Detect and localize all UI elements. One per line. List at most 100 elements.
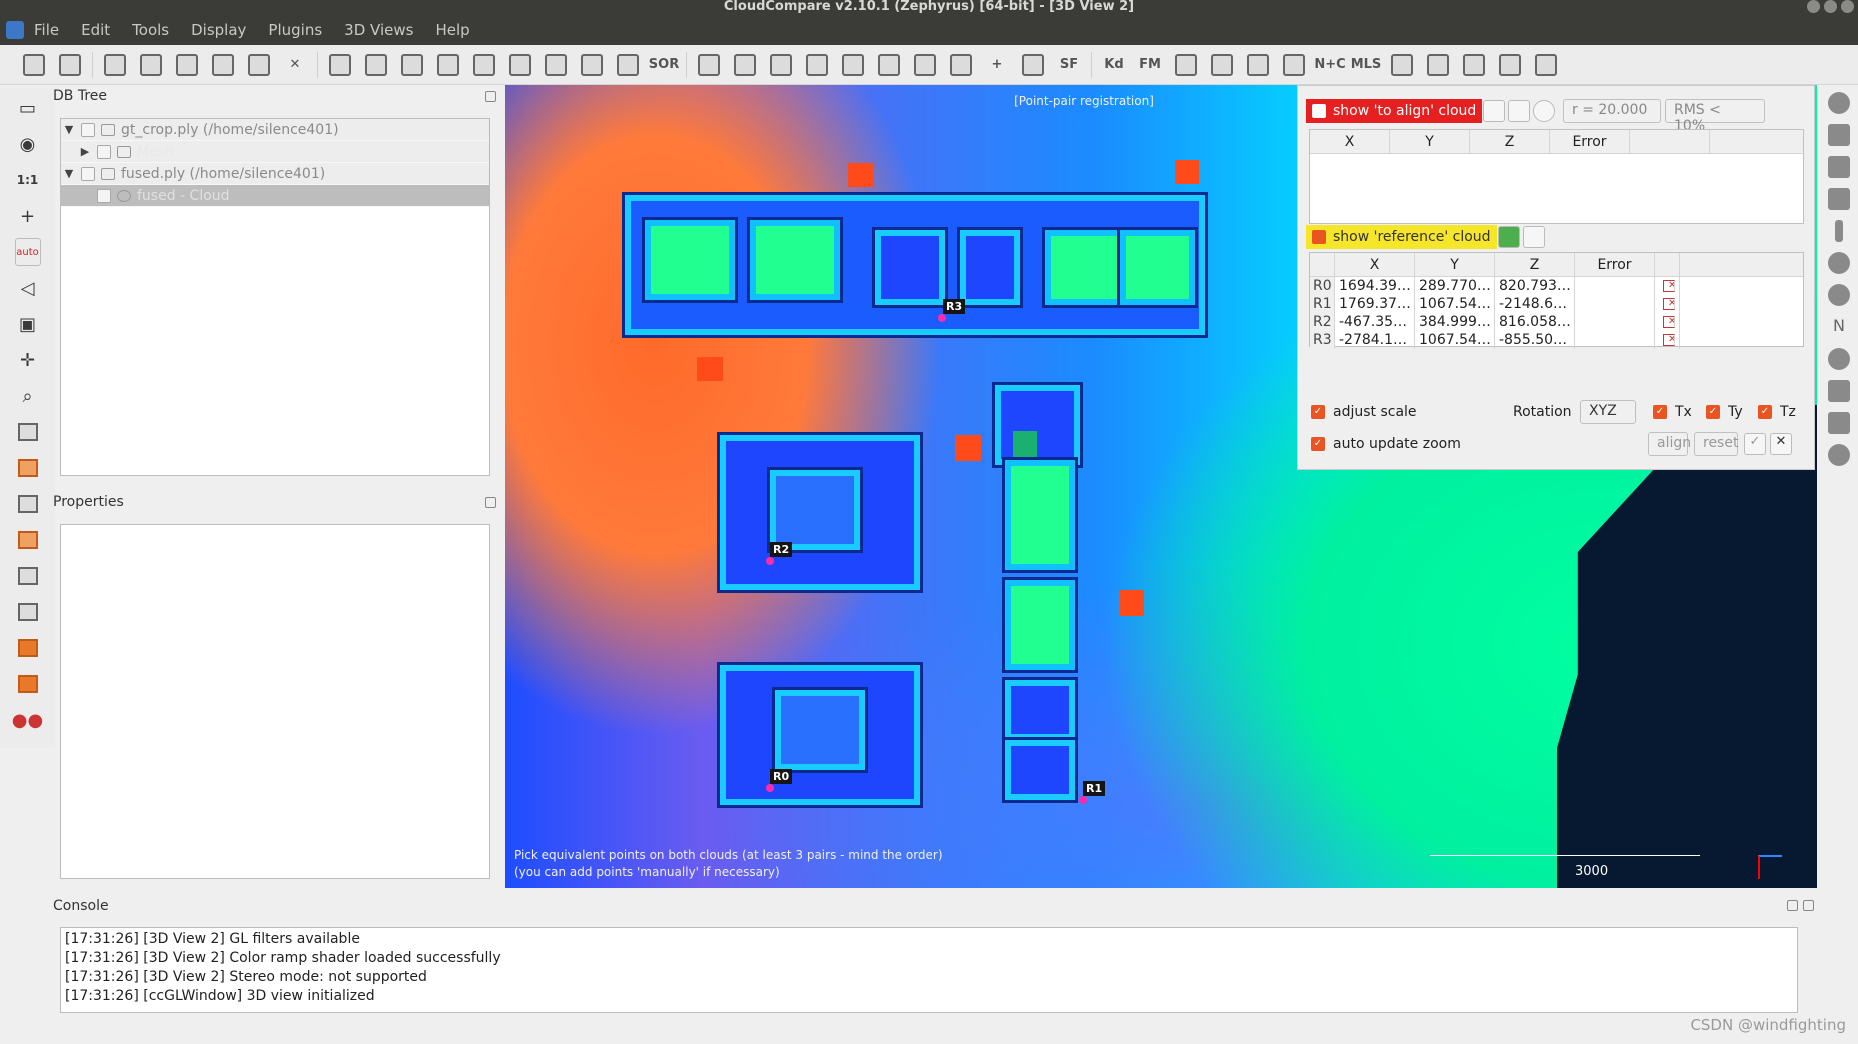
pipe-icon[interactable]: [1460, 51, 1488, 79]
cc-icon[interactable]: [542, 51, 570, 79]
light-icon[interactable]: [1835, 220, 1843, 242]
section-icon[interactable]: [1424, 51, 1452, 79]
point-marker-r0[interactable]: R0: [770, 769, 793, 784]
cancel-icon[interactable]: ✕: [1770, 433, 1792, 455]
sf-delete-icon[interactable]: [1019, 51, 1047, 79]
cell-y[interactable]: 384.999…: [1415, 313, 1495, 331]
cell-y[interactable]: 1067.54…: [1415, 295, 1495, 313]
expand-arrow-icon[interactable]: ▼: [61, 167, 77, 180]
maximize-button[interactable]: [1824, 0, 1837, 13]
save-icon[interactable]: [56, 51, 84, 79]
canupo-classify-icon[interactable]: [1532, 51, 1560, 79]
console-close-button[interactable]: [1803, 900, 1814, 911]
cell-z[interactable]: -855.50…: [1495, 331, 1575, 349]
move-icon[interactable]: ✛: [15, 346, 41, 374]
show-reference-toggle[interactable]: show 'reference' cloud: [1306, 225, 1497, 249]
pick-from-list-icon[interactable]: [1483, 100, 1505, 122]
table-row[interactable]: R1 1769.37… 1067.54… -2148.6… ✕: [1310, 295, 1803, 313]
sor-icon[interactable]: SOR: [649, 51, 679, 79]
visibility-checkbox[interactable]: [97, 188, 111, 203]
tree-item-fused[interactable]: ▼ fused.ply (/home/silence401): [61, 163, 489, 185]
curve-icon[interactable]: [1388, 51, 1416, 79]
menu-help[interactable]: Help: [435, 21, 469, 39]
delete-icon[interactable]: ✕: [281, 51, 309, 79]
hexagon-icon[interactable]: [1828, 444, 1850, 466]
export-icon[interactable]: [1208, 51, 1236, 79]
registration-icon[interactable]: [326, 51, 354, 79]
rotation-select[interactable]: XYZ: [1580, 400, 1636, 424]
clone-icon[interactable]: [101, 51, 129, 79]
kd-icon[interactable]: Kd: [1100, 51, 1128, 79]
split-icon[interactable]: [803, 51, 831, 79]
iso-back-icon[interactable]: [15, 670, 41, 698]
canupo-create-icon[interactable]: [1496, 51, 1524, 79]
cell-z[interactable]: 816.058…: [1495, 313, 1575, 331]
back-view-icon[interactable]: [15, 598, 41, 626]
cell-y[interactable]: 289.770…: [1415, 277, 1495, 295]
mls-icon[interactable]: MLS: [1351, 51, 1382, 79]
menu-edit[interactable]: Edit: [81, 21, 110, 39]
iso-front-icon[interactable]: [15, 634, 41, 662]
tree-item-fused-cloud[interactable]: fused - Cloud: [61, 185, 489, 207]
stereo-icon[interactable]: ●●: [12, 706, 43, 734]
color-icon[interactable]: [1828, 124, 1850, 146]
auto-update-zoom-checkbox[interactable]: ✓ auto update zoom: [1311, 436, 1461, 452]
console-float-button[interactable]: [1787, 900, 1798, 911]
align-button[interactable]: align: [1648, 432, 1691, 456]
nc-icon[interactable]: N+C: [1314, 51, 1345, 79]
north-icon[interactable]: N: [1828, 316, 1850, 338]
properties-float-button[interactable]: [485, 497, 496, 508]
close-button[interactable]: [1841, 0, 1854, 13]
mesh-icon[interactable]: [434, 51, 462, 79]
cloud-icon[interactable]: [1172, 51, 1200, 79]
expand-arrow-icon[interactable]: ▶: [77, 145, 93, 158]
clapper-icon[interactable]: [1828, 188, 1850, 210]
pick-icon[interactable]: [695, 51, 723, 79]
radius-spinbox[interactable]: r = 20.000: [1563, 99, 1661, 123]
rms-spinbox[interactable]: RMS < 10%: [1665, 99, 1765, 134]
screen-icon[interactable]: ▭: [15, 94, 41, 122]
transform-icon[interactable]: [173, 51, 201, 79]
delete-point-icon[interactable]: ✕: [1663, 280, 1675, 292]
fm-icon[interactable]: FM: [1136, 51, 1164, 79]
right-view-icon[interactable]: [15, 526, 41, 554]
validate-icon[interactable]: ✓: [1744, 433, 1766, 455]
pick-from-list-icon[interactable]: [1498, 226, 1520, 248]
table-row[interactable]: R3 -2784.1… 1067.54… -855.50… ✕: [1310, 331, 1803, 349]
cell-x[interactable]: -2784.1…: [1335, 331, 1415, 349]
distance-icon[interactable]: [470, 51, 498, 79]
open-icon[interactable]: [20, 51, 48, 79]
point-marker-r3[interactable]: R3: [943, 299, 966, 314]
point-marker-r2[interactable]: R2: [770, 542, 793, 557]
sf-calc-icon[interactable]: [947, 51, 975, 79]
table-row[interactable]: R2 -467.35… 384.999… 816.058… ✕: [1310, 313, 1803, 331]
plane-icon[interactable]: [767, 51, 795, 79]
minimize-button[interactable]: [1807, 0, 1820, 13]
cell-x[interactable]: 1694.39…: [1335, 277, 1415, 295]
compass-icon[interactable]: [1828, 252, 1850, 274]
zoom-1-1-button[interactable]: 1:1: [15, 166, 41, 194]
delete-point-icon[interactable]: ✕: [1663, 298, 1675, 310]
auto-pivot-button[interactable]: auto: [14, 238, 41, 266]
rasterize-icon[interactable]: [614, 51, 642, 79]
front-view-icon[interactable]: [15, 454, 41, 482]
menu-plugins[interactable]: Plugins: [268, 21, 322, 39]
histogram-icon[interactable]: [839, 51, 867, 79]
cell-y[interactable]: 1067.54…: [1415, 331, 1495, 349]
hpr-icon[interactable]: [1828, 348, 1850, 370]
merge-icon[interactable]: [245, 51, 273, 79]
sf-icon[interactable]: SF: [1055, 51, 1083, 79]
tx-checkbox[interactable]: ✓ Tx: [1653, 404, 1692, 420]
bottom-view-icon[interactable]: [15, 562, 41, 590]
delete-point-icon[interactable]: ✕: [1663, 316, 1675, 328]
menu-display[interactable]: Display: [191, 21, 246, 39]
pivot-icon[interactable]: +: [15, 202, 41, 230]
globe-icon[interactable]: [1280, 51, 1308, 79]
sphere-icon[interactable]: [1828, 284, 1850, 306]
show-to-align-toggle[interactable]: show 'to align' cloud: [1306, 99, 1483, 123]
visibility-checkbox[interactable]: [81, 122, 95, 137]
segment-icon[interactable]: [209, 51, 237, 79]
sphere-marker-icon[interactable]: [1533, 100, 1555, 122]
cloud-distance-icon[interactable]: [506, 51, 534, 79]
add-icon[interactable]: +: [983, 51, 1011, 79]
